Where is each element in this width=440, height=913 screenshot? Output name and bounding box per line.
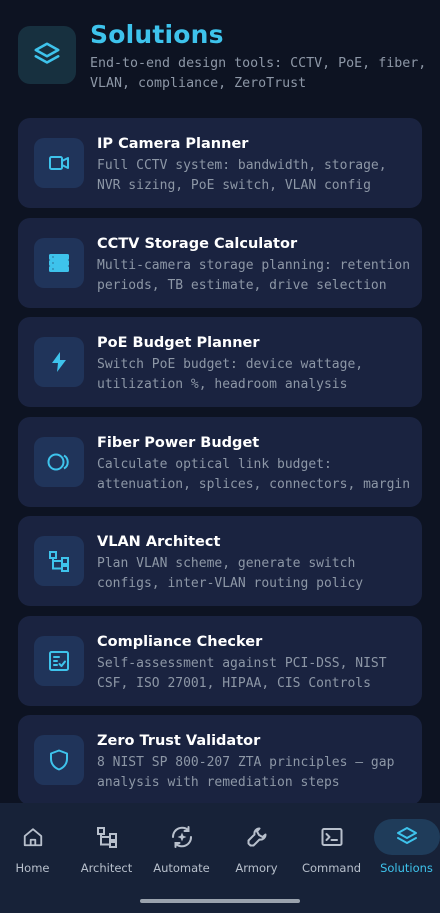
shield-icon [34,735,84,785]
tool-card-title: Zero Trust Validator [97,733,261,749]
tool-card-ip-camera-planner[interactable]: IP Camera Planner Full CCTV system: band… [18,118,422,208]
nav-item-home[interactable]: Home [0,803,69,885]
network-tree-icon [74,819,140,855]
video-camera-icon [34,138,84,188]
tool-card-zero-trust-validator[interactable]: Zero Trust Validator 8 NIST SP 800-207 Z… [18,715,422,805]
tool-card-description: Multi-camera storage planning: retention… [97,257,411,293]
wrench-icon [224,819,290,855]
home-indicator[interactable] [140,899,300,903]
server-icon [34,237,84,288]
tool-card-title: CCTV Storage Calculator [97,235,298,252]
page-title: Solutions [90,20,224,49]
nav-label: Armory [235,861,278,875]
nav-item-solutions[interactable]: Solutions [370,803,440,885]
tool-card-vlan-architect[interactable]: VLAN Architect Plan VLAN scheme, generat… [18,516,422,606]
nav-label: Home [15,861,50,875]
tool-card-title: Fiber Power Budget [97,434,260,451]
fiber-optic-icon [34,436,84,487]
tool-card-title: PoE Budget Planner [97,335,260,351]
nav-item-command[interactable]: Command [295,803,368,885]
tool-list: IP Camera Planner Full CCTV system: band… [18,118,422,815]
nav-item-architect[interactable]: Architect [70,803,143,885]
tool-card-description: Self-assessment against PCI-DSS, NIST CS… [97,655,387,691]
tool-card-title: Compliance Checker [97,633,263,650]
nav-item-armory[interactable]: Armory [220,803,293,885]
nav-label: Automate [153,861,210,875]
layers-icon [373,819,440,855]
page-header: Solutions End-to-end design tools: CCTV,… [18,20,428,100]
nav-label: Solutions [380,861,433,875]
home-icon [0,819,66,855]
tool-card-description: Plan VLAN scheme, generate switch config… [97,556,364,591]
tool-card-fiber-power-budget[interactable]: Fiber Power Budget Calculate optical lin… [18,416,422,507]
page-subtitle: End-to-end design tools: CCTV, PoE, fibe… [90,56,427,91]
tool-card-description: 8 NIST SP 800-207 ZTA principles — gap a… [97,755,395,790]
nav-label: Architect [80,861,133,875]
network-tree-icon [34,536,84,586]
nav-item-automate[interactable]: Automate [145,803,218,885]
bottom-navigation: Home Architect Automate Armory Command S… [0,803,440,913]
automation-icon [149,819,215,855]
tool-card-poe-budget-planner[interactable]: PoE Budget Planner Switch PoE budget: de… [18,317,422,407]
lightning-icon [34,337,84,387]
tool-card-cctv-storage-calculator[interactable]: CCTV Storage Calculator Multi-camera sto… [18,217,422,308]
terminal-icon [299,819,365,855]
tool-card-description: Full CCTV system: bandwidth, storage, NV… [97,158,387,193]
tool-card-title: VLAN Architect [97,534,221,550]
nav-label: Command [301,861,362,875]
tool-card-description: Calculate optical link budget: attenuati… [97,456,411,492]
tool-card-title: IP Camera Planner [97,136,249,152]
checklist-icon [34,635,84,686]
layers-icon [18,26,76,84]
tool-card-description: Switch PoE budget: device wattage, utili… [97,357,364,392]
solutions-screen: Solutions End-to-end design tools: CCTV,… [0,0,440,913]
tool-card-compliance-checker[interactable]: Compliance Checker Self-assessment again… [18,615,422,706]
